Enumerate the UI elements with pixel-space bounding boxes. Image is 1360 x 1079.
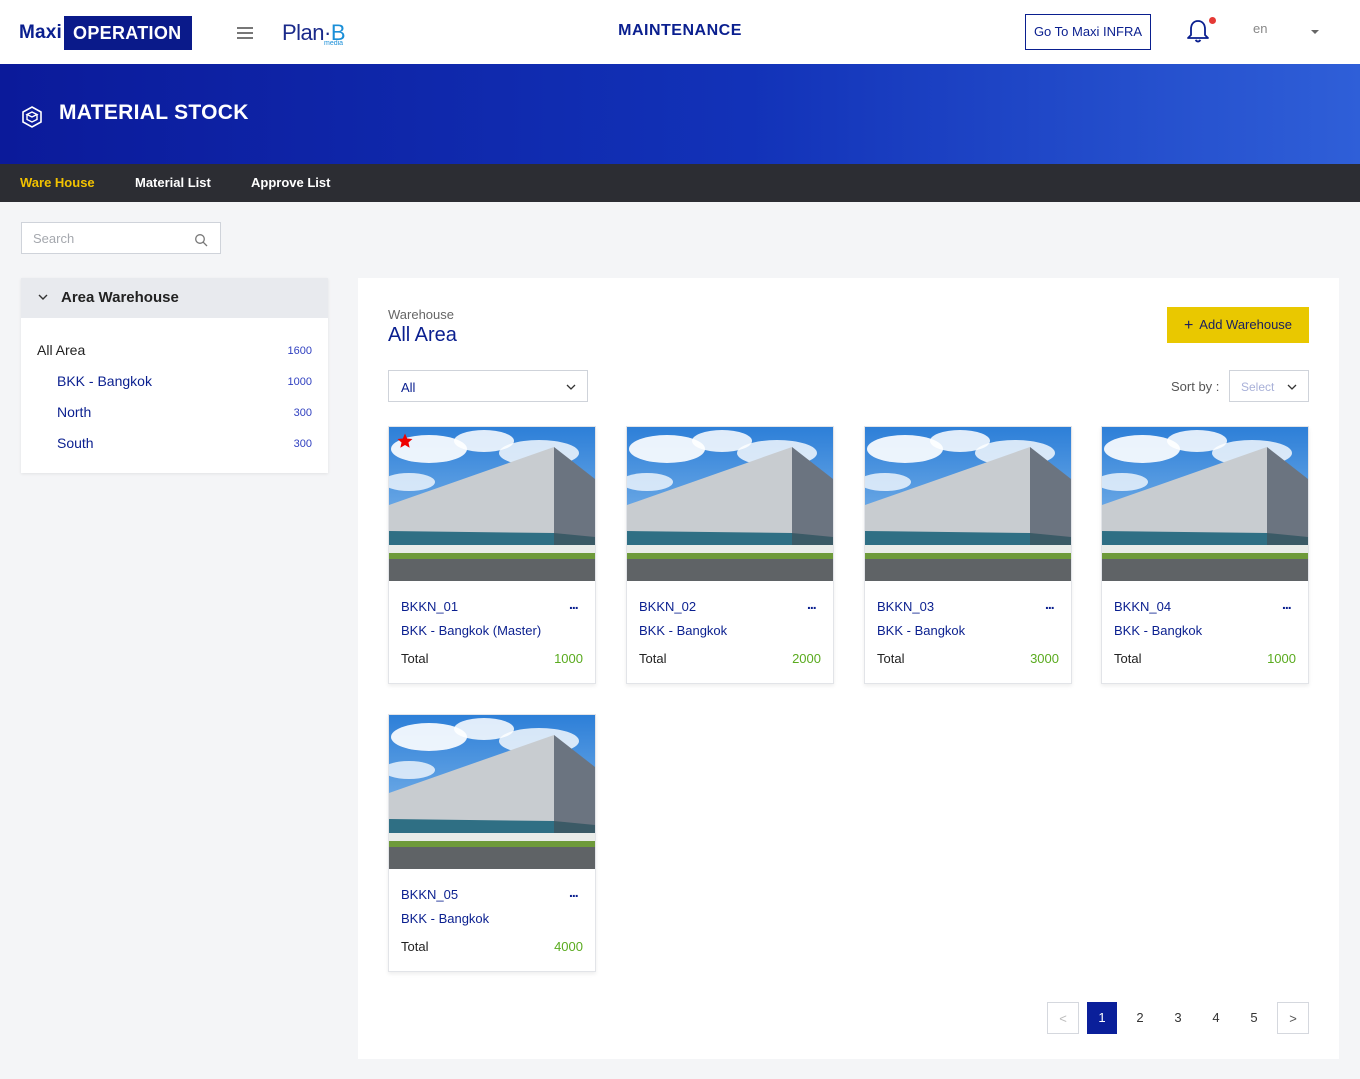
go-to-infra-button[interactable]: Go To Maxi INFRA <box>1025 14 1151 50</box>
total-value: 4000 <box>554 939 583 954</box>
tab-approve-list[interactable]: Approve List <box>251 175 330 190</box>
warehouse-location: BKK - Bangkok <box>1114 623 1203 638</box>
tab-ware-house[interactable]: Ware House <box>20 175 95 190</box>
warehouse-image <box>389 715 595 869</box>
total-label: Total <box>401 651 429 666</box>
warehouse-code: BKKN_04 <box>1114 599 1172 614</box>
more-options-icon[interactable]: ... <box>807 596 817 612</box>
language-select[interactable]: en <box>1253 21 1267 36</box>
search-input[interactable] <box>22 223 182 253</box>
total-value: 1000 <box>1267 651 1296 666</box>
page-module-title: MAINTENANCE <box>618 22 742 39</box>
area-item-north[interactable]: North 300 <box>57 404 312 420</box>
sort-placeholder: Select <box>1241 380 1275 394</box>
more-options-icon[interactable]: ... <box>1045 596 1055 612</box>
filter-value: All <box>401 380 416 395</box>
more-options-icon[interactable]: ... <box>1282 596 1292 612</box>
warehouse-photo <box>389 715 595 869</box>
pagination-next-button[interactable]: > <box>1277 1002 1309 1034</box>
warehouse-card[interactable]: BKKN_05... BKK - Bangkok Total 4000 <box>388 714 596 972</box>
total-label: Total <box>639 651 667 666</box>
warehouse-main-panel: Warehouse All Area + Add Warehouse All So… <box>358 278 1339 1059</box>
total-value: 2000 <box>792 651 821 666</box>
pagination-page-1[interactable]: 1 <box>1087 1002 1117 1034</box>
area-item-label: North <box>57 404 92 420</box>
chevron-down-icon <box>1287 384 1297 390</box>
search-box <box>21 222 221 254</box>
area-item-south[interactable]: South 300 <box>57 435 312 451</box>
search-icon[interactable] <box>194 233 208 247</box>
chevron-down-icon <box>566 384 576 390</box>
pagination-page-2[interactable]: 2 <box>1125 1002 1155 1034</box>
area-filter-select[interactable]: All <box>388 370 588 402</box>
warehouse-photo <box>865 427 1071 581</box>
warehouse-code: BKKN_05 <box>401 887 459 902</box>
warehouse-card[interactable]: BKKN_04... BKK - Bangkok Total 1000 <box>1101 426 1309 684</box>
area-item-count: 1600 <box>287 345 312 357</box>
area-panel-title: Area Warehouse <box>61 289 179 306</box>
warehouse-photo <box>1102 427 1308 581</box>
area-item-all[interactable]: All Area 1600 <box>37 342 312 358</box>
warehouse-code: BKKN_03 <box>877 599 935 614</box>
favorite-star-icon[interactable] <box>396 432 414 450</box>
warehouse-photo <box>389 427 595 581</box>
warehouse-code: BKKN_01 <box>401 599 459 614</box>
top-bar: Maxi OPERATION Plan·B media MAINTENANCE … <box>0 0 1360 64</box>
chevron-down-icon[interactable] <box>1311 30 1319 34</box>
bell-icon[interactable] <box>1185 18 1211 44</box>
pagination-page-5[interactable]: 5 <box>1239 1002 1269 1034</box>
more-options-icon[interactable]: ... <box>569 596 579 612</box>
add-warehouse-label: Add Warehouse <box>1199 317 1293 332</box>
sort-label: Sort by : <box>1171 379 1220 394</box>
warehouse-location: BKK - Bangkok (Master) <box>401 623 542 638</box>
area-panel-header[interactable]: Area Warehouse <box>21 278 328 318</box>
area-item-count: 300 <box>293 438 312 450</box>
warehouse-photo <box>627 427 833 581</box>
total-value: 1000 <box>554 651 583 666</box>
total-label: Total <box>401 939 429 954</box>
pagination-prev-button[interactable]: < <box>1047 1002 1079 1034</box>
total-label: Total <box>1114 651 1142 666</box>
warehouse-location: BKK - Bangkok <box>401 911 490 926</box>
warehouse-location: BKK - Bangkok <box>639 623 728 638</box>
section-label: Warehouse <box>388 307 454 322</box>
total-label: Total <box>877 651 905 666</box>
box-icon <box>22 106 42 128</box>
notification-dot <box>1209 17 1216 24</box>
area-item-count: 1000 <box>287 376 312 388</box>
page-banner: MATERIAL STOCK <box>0 64 1360 164</box>
warehouse-image <box>389 427 595 581</box>
pagination-page-3[interactable]: 3 <box>1163 1002 1193 1034</box>
total-value: 3000 <box>1030 651 1059 666</box>
area-item-bkk[interactable]: BKK - Bangkok 1000 <box>57 373 312 389</box>
warehouse-image <box>865 427 1071 581</box>
warehouse-image <box>627 427 833 581</box>
warehouse-image <box>1102 427 1308 581</box>
page-title: MATERIAL STOCK <box>59 101 249 124</box>
pagination-page-4[interactable]: 4 <box>1201 1002 1231 1034</box>
area-item-label: BKK - Bangkok <box>57 373 152 389</box>
warehouse-card[interactable]: BKKN_01... BKK - Bangkok (Master) Total 100… <box>388 426 596 684</box>
warehouse-card[interactable]: BKKN_02... BKK - Bangkok Total 2000 <box>626 426 834 684</box>
section-title: All Area <box>388 324 457 346</box>
add-warehouse-button[interactable]: + Add Warehouse <box>1167 307 1309 343</box>
more-options-icon[interactable]: ... <box>569 884 579 900</box>
area-item-label: South <box>57 435 94 451</box>
area-item-count: 300 <box>293 407 312 419</box>
plus-icon: + <box>1183 317 1194 334</box>
warehouse-code: BKKN_02 <box>639 599 697 614</box>
warehouse-card[interactable]: BKKN_03... BKK - Bangkok Total 3000 <box>864 426 1072 684</box>
plan-b-logo-sub: media <box>324 40 344 47</box>
warehouse-location: BKK - Bangkok <box>877 623 966 638</box>
chevron-down-icon[interactable] <box>38 292 48 302</box>
area-warehouse-panel: Area Warehouse All Area 1600 BKK - Bangk… <box>21 278 328 473</box>
area-item-label: All Area <box>37 342 86 358</box>
tab-material-list[interactable]: Material List <box>135 175 211 190</box>
sort-select[interactable]: Select <box>1229 370 1309 402</box>
sub-nav: Ware House Material List Approve List <box>0 164 1360 202</box>
